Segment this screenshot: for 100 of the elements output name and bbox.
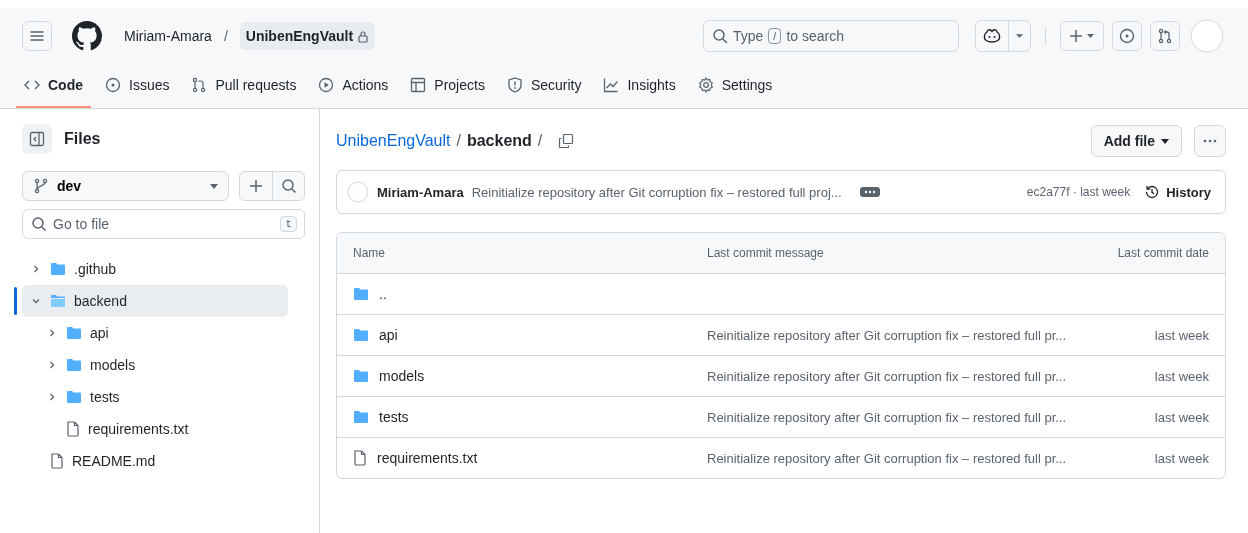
collapse-sidebar-button[interactable]: [22, 124, 52, 154]
column-header: Name: [353, 246, 386, 260]
issue-icon: [1119, 28, 1135, 44]
search-icon: [31, 216, 47, 232]
create-new-button[interactable]: [1060, 21, 1104, 51]
file-name-link[interactable]: requirements.txt: [377, 450, 478, 466]
issue-icon: [105, 77, 121, 93]
repo-tab[interactable]: Issues: [97, 64, 178, 108]
breadcrumb-repo-link[interactable]: UnibenEngVault: [336, 132, 451, 150]
file-tree-item[interactable]: backend: [22, 285, 288, 317]
keyboard-shortcut: /: [768, 28, 782, 44]
commit-date: last week: [1153, 368, 1209, 384]
commit-message-link[interactable]: Reinitialize repository after Git corruption fix – restored full pr...: [707, 368, 1069, 384]
menu-icon: [29, 28, 45, 44]
folder-icon: [353, 410, 369, 424]
repo-tab[interactable]: Settings: [689, 64, 781, 108]
expand-message-button[interactable]: [859, 187, 880, 197]
author-avatar-icon: [347, 181, 369, 203]
chevron-right-icon: [47, 328, 57, 338]
menu-button[interactable]: [22, 21, 52, 51]
ellipsis-icon: [863, 190, 876, 194]
chevron-right-icon: [31, 264, 41, 274]
commit-date: last week: [1153, 450, 1209, 466]
file-tree-item[interactable]: tests: [22, 381, 288, 413]
copy-icon: [558, 133, 575, 149]
chevron-right-icon: [47, 392, 57, 402]
repo-tab[interactable]: Projects: [402, 64, 493, 108]
repo-tab[interactable]: Code: [16, 64, 91, 108]
file-name-link[interactable]: ..: [379, 286, 387, 302]
repo-tab[interactable]: Security: [498, 64, 590, 108]
search-field[interactable]: Type / to search: [703, 20, 959, 52]
plus-icon: [249, 179, 263, 193]
branch-icon: [33, 178, 49, 194]
pull-request-icon: [191, 77, 208, 93]
sidebar-title: Files: [64, 130, 101, 148]
caret-icon: [1161, 138, 1169, 144]
file-icon: [353, 450, 367, 466]
history-icon: [1144, 184, 1161, 200]
folder-icon: [50, 262, 66, 276]
sidebar-icon: [29, 131, 45, 147]
repo-tab[interactable]: Actions: [310, 64, 397, 108]
path-separator: /: [223, 28, 228, 44]
path-separator: /: [537, 132, 543, 150]
file-name-link[interactable]: tests: [379, 409, 409, 425]
play-icon: [318, 77, 335, 93]
file-tree-item[interactable]: .github: [22, 253, 288, 285]
file-tree-item[interactable]: README.md: [22, 445, 288, 477]
octocat-logo-icon[interactable]: [72, 21, 102, 51]
folder-icon: [66, 358, 82, 372]
keyboard-shortcut: t: [280, 216, 297, 232]
history-button[interactable]: History: [1144, 184, 1211, 200]
gear-icon: [697, 77, 714, 93]
lock-icon: [357, 29, 370, 43]
repo-tab[interactable]: Pull requests: [183, 64, 305, 108]
commit-author-link[interactable]: Miriam-Amara: [377, 184, 464, 200]
column-header: Last commit message: [707, 246, 825, 260]
file-tree-item[interactable]: models: [22, 349, 288, 381]
graph-icon: [603, 77, 620, 93]
search-hint: Type: [733, 28, 764, 44]
breadcrumb-folder: backend: [466, 132, 532, 150]
repo-tab[interactable]: Insights: [595, 64, 684, 108]
owner-link[interactable]: Miriam-Amara: [124, 28, 212, 44]
caret-icon: [210, 183, 218, 189]
chevron-down-icon: [31, 296, 41, 306]
folder-icon: [353, 328, 369, 342]
search-icon: [280, 178, 297, 194]
commit-date: last week: [1153, 327, 1209, 343]
file-name-link[interactable]: api: [379, 327, 398, 343]
table-icon: [410, 77, 427, 93]
open-folder-icon: [50, 294, 66, 308]
caret-icon: [1015, 33, 1024, 39]
repo-link[interactable]: UnibenEngVault: [239, 22, 376, 50]
file-icon: [66, 421, 80, 437]
branch-selector[interactable]: dev: [22, 171, 229, 201]
commit-hash-time: ec2a77f · last week: [1026, 185, 1131, 199]
copilot-icon: [983, 28, 1001, 44]
commit-message-link[interactable]: Reinitialize repository after Git corruption fix – restored full pr...: [707, 327, 1069, 343]
pull-request-icon: [1157, 28, 1173, 44]
file-name-link[interactable]: models: [379, 368, 425, 384]
folder-icon: [353, 369, 369, 383]
folder-icon: [66, 390, 82, 404]
file-icon: [50, 453, 64, 469]
search-icon: [712, 28, 728, 44]
path-separator: /: [456, 132, 461, 150]
search-hint: to search: [786, 28, 844, 44]
folder-icon: [353, 287, 369, 301]
file-tree-item[interactable]: requirements.txt: [22, 413, 288, 445]
commit-message: Reinitialize repository after Git corruption fix – restored full proj...: [471, 184, 842, 200]
folder-icon: [66, 326, 82, 340]
commit-message-link[interactable]: Reinitialize repository after Git corruption fix – restored full pr...: [707, 450, 1069, 466]
pull-requests-button[interactable]: [1150, 21, 1180, 51]
add-file-dropdown[interactable]: Add file: [1090, 125, 1182, 157]
commit-date: last week: [1153, 409, 1209, 425]
shield-icon: [506, 77, 523, 93]
ellipsis-icon: [1203, 139, 1217, 143]
plus-caret-icon: [1069, 29, 1095, 43]
column-header: Last commit date: [1116, 246, 1209, 260]
commit-message-link[interactable]: Reinitialize repository after Git corruption fix – restored full pr...: [707, 409, 1069, 425]
issues-button[interactable]: [1112, 21, 1142, 51]
file-tree-item[interactable]: api: [22, 317, 288, 349]
